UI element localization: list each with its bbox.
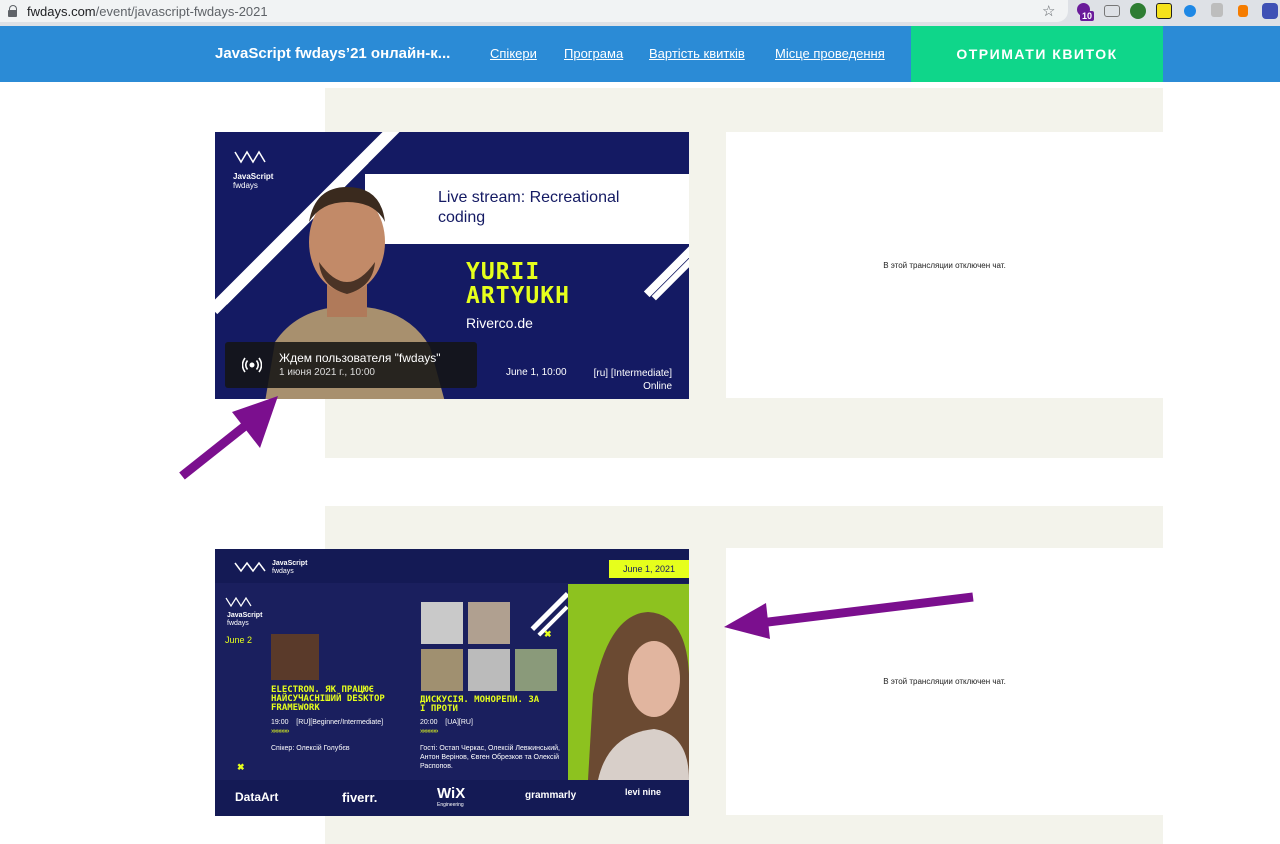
extension-flag-icon[interactable] (1238, 5, 1248, 17)
presenter-image (588, 612, 689, 780)
fwdays-logo-text: JavaScript fwdays (227, 612, 263, 627)
browser-toolbar: fwdays.com/event/javascript-fwdays-2021 … (0, 0, 1280, 26)
get-ticket-button[interactable]: ОТРИМАТИ КВИТОК (911, 26, 1163, 82)
chat-disabled-text: В этой трансляции отключен чат. (883, 677, 1006, 686)
stream-title: Live stream: Recreational coding (438, 189, 620, 226)
fwdays-logo-icon (225, 597, 252, 607)
guest-photo (421, 602, 463, 644)
fwdays-logo-icon (234, 561, 266, 573)
address-bar[interactable]: fwdays.com/event/javascript-fwdays-2021 (0, 0, 1068, 22)
overlay-title: Ждем пользователя "fwdays" (279, 351, 441, 365)
chat-panel-1: В этой трансляции отключен чат. (726, 132, 1163, 398)
lock-icon (8, 5, 18, 17)
nav-speakers[interactable]: Спікери (490, 46, 537, 61)
guest-photo (515, 649, 557, 691)
guest-photo (421, 649, 463, 691)
fwdays-logo-text: JavaScript fwdays (272, 560, 308, 575)
close-decor-icon: ✖ (544, 629, 552, 639)
sponsor-levi-nine: levi nine (625, 787, 662, 797)
nav-ticket-prices[interactable]: Вартість квитків (649, 46, 745, 61)
extension-yellow-icon[interactable] (1156, 3, 1172, 19)
nav-program[interactable]: Програма (564, 46, 623, 61)
extension-grey-icon[interactable] (1211, 3, 1223, 17)
extension-blue-icon[interactable] (1262, 3, 1278, 19)
talk-title-1: ELECTRON. ЯК ПРАЦЮЄ НАЙСУЧАСНІШИЙ DESKTO… (271, 685, 385, 713)
talk-speaker-1: Спікер: Олексій Голубєв (271, 745, 350, 752)
talk-time-tags-1: 19:00 [RU][Beginner/Intermediate] (271, 719, 384, 726)
close-decor-icon: ✖ (237, 762, 245, 772)
event-title[interactable]: JavaScript fwdays’21 онлайн-к... (215, 45, 475, 62)
speaker-name: YURII ARTYUKH (466, 259, 570, 309)
sponsor-grammarly: grammarly (525, 790, 577, 801)
sponsor-wix: WiX (437, 785, 466, 802)
presenter-camera (568, 584, 689, 780)
nav-venue[interactable]: Місце проведення (775, 46, 885, 61)
url-text[interactable]: fwdays.com/event/javascript-fwdays-2021 (27, 4, 268, 19)
annotation-arrow-2 (724, 592, 974, 639)
bookmark-star-icon[interactable]: ☆ (1042, 2, 1055, 20)
day-label: June 2 (225, 635, 253, 645)
talk-guests-2: Гості: Остап Черкас, Олексій Левжинський… (420, 745, 560, 770)
date-badge: June 1, 2021 (609, 560, 689, 578)
sponsor-dataart: DataArt (235, 790, 279, 804)
guest-photo (468, 649, 510, 691)
extension-badge: 10 (1080, 11, 1095, 21)
talk-title-2: ДИСКУСІЯ. МОНОРЕПИ. ЗА І ПРОТИ (420, 695, 540, 714)
extension-green-icon[interactable] (1130, 3, 1146, 19)
sponsor-fiverr: fiverr. (342, 790, 378, 805)
video-player-1[interactable]: Live stream: Recreational coding JavaScr… (215, 132, 689, 399)
waiting-overlay: Ждем пользователя "fwdays" 1 июня 2021 г… (225, 342, 477, 388)
speaker-photo (271, 634, 319, 680)
sponsors-bar: DataArt fiverr. WiX Engineering grammarl… (215, 780, 689, 816)
stream-date: June 1, 10:00 (506, 367, 567, 378)
site-header: JavaScript fwdays’21 онлайн-к... Спікери… (0, 26, 1280, 82)
overlay-date: 1 июня 2021 г., 10:00 (279, 367, 375, 378)
mail-icon[interactable] (1104, 5, 1120, 17)
chevrons-decor: »»»»»» (420, 728, 438, 735)
stream-tags: [ru] [Intermediate] Online (593, 368, 672, 392)
chat-disabled-text: В этой трансляции отключен чат. (883, 260, 1006, 270)
annotation-arrow-1 (179, 396, 278, 480)
live-broadcast-icon (242, 357, 262, 373)
sponsor-wix-sub: Engineering (437, 802, 464, 808)
guest-photo (468, 602, 510, 644)
extension-eye-icon[interactable] (1184, 5, 1196, 17)
video-player-2[interactable]: JavaScript fwdays June 1, 2021 JavaScrip… (215, 549, 689, 816)
speaker-company: Riverco.de (466, 315, 533, 331)
chevrons-decor: »»»»»» (271, 728, 289, 735)
talk-time-tags-2: 20:00 [UA][RU] (420, 719, 473, 726)
